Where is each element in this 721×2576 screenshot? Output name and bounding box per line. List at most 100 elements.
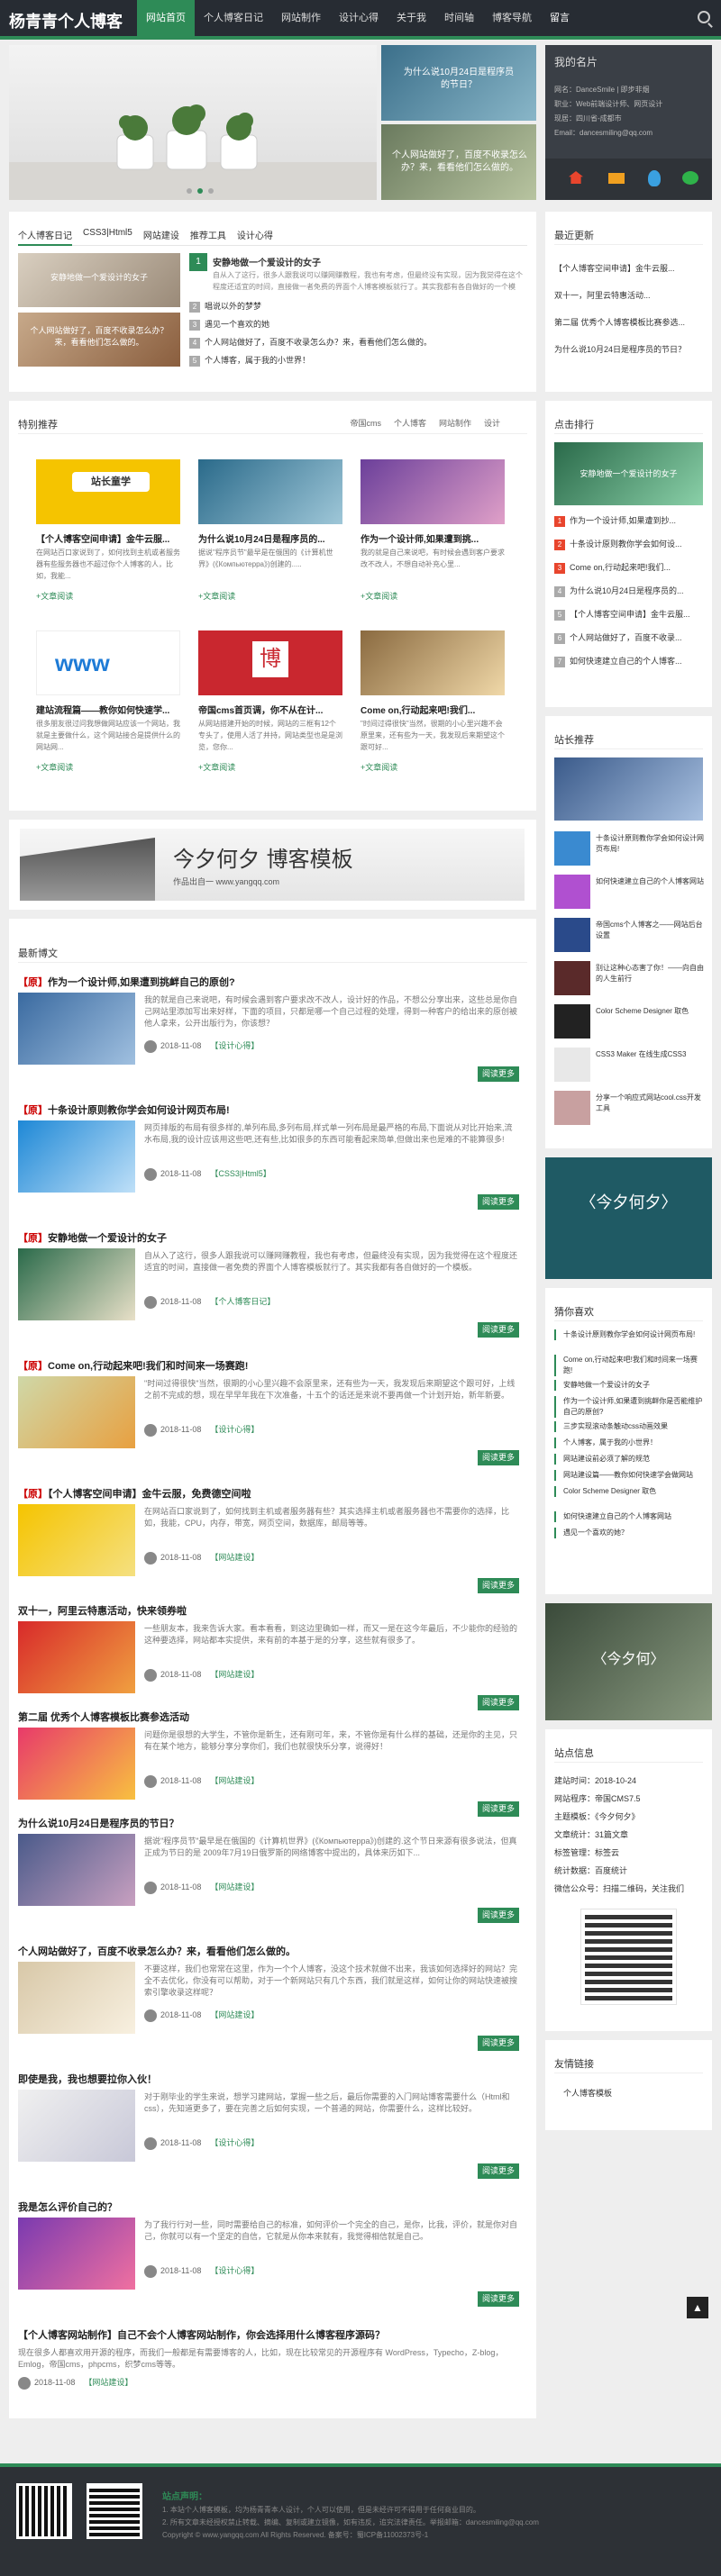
article-category[interactable]: 【网站建设】: [210, 1776, 259, 1785]
site-logo[interactable]: 杨青青个人博客: [9, 9, 123, 32]
nav-blognav[interactable]: 博客导航: [483, 0, 541, 36]
featured-more-4[interactable]: +文章阅读: [36, 761, 73, 773]
recent-item[interactable]: 为什么说10月24日是程序员的节日？: [554, 343, 703, 355]
featured-tab-4[interactable]: 设计: [484, 417, 500, 429]
tab-design[interactable]: 设计心得: [237, 228, 273, 245]
featured-more-5[interactable]: +文章阅读: [198, 761, 235, 773]
read-more-button[interactable]: 阅读更多: [478, 1066, 519, 1082]
article-category[interactable]: 【网站建设】: [210, 1670, 259, 1679]
article-title[interactable]: 【原】作为一个设计师,如果遭到挑衅自己的原创?: [18, 975, 527, 989]
read-more-button[interactable]: 阅读更多: [478, 1578, 519, 1593]
featured-img-4[interactable]: www: [36, 630, 180, 695]
like-item[interactable]: 个人博客，属于我的小世界！: [554, 1438, 703, 1448]
article-category[interactable]: 【设计心得】: [210, 1041, 259, 1050]
read-more-button[interactable]: 阅读更多: [478, 2036, 519, 2051]
read-more-button[interactable]: 阅读更多: [478, 1450, 519, 1465]
rec-item[interactable]: Color Scheme Designer 取色: [596, 1006, 704, 1039]
rec-thumbnail[interactable]: [554, 1004, 590, 1039]
article-title[interactable]: 【原】【个人博客空间申请】金牛云服，免费德空间啦: [18, 1486, 527, 1501]
hot-item[interactable]: 2 十条设计原则教你学会如何设...: [554, 538, 703, 550]
like-item[interactable]: Color Scheme Designer 取色: [554, 1486, 703, 1497]
rec-item[interactable]: 如何快速建立自己的个人博客网站: [596, 876, 704, 909]
tab-item-2[interactable]: 2 唱说以外的梦梦: [189, 300, 261, 313]
article-title[interactable]: 【原】十条设计原则教你学会如何设计网页布局!: [18, 1102, 527, 1117]
tab-tools[interactable]: 推荐工具: [190, 228, 226, 245]
email-icon[interactable]: [608, 173, 625, 184]
nav-home[interactable]: 网站首页: [137, 0, 195, 36]
featured-tab-2[interactable]: 个人博客: [394, 417, 426, 429]
tab-pic-1[interactable]: 安静地做一个爱设计的女子: [18, 253, 180, 307]
rec-thumbnail[interactable]: [554, 1048, 590, 1082]
qq-icon[interactable]: [648, 170, 661, 186]
search-icon[interactable]: [698, 11, 710, 23]
read-more-button[interactable]: 阅读更多: [478, 1194, 519, 1210]
article-title[interactable]: 即使是我，我也想要拉你入伙！: [18, 2072, 527, 2086]
hot-item[interactable]: 7 如何快速建立自己的个人博客...: [554, 655, 703, 667]
article-thumbnail[interactable]: [18, 993, 135, 1065]
like-item[interactable]: 安静地做一个爱设计的女子: [554, 1380, 703, 1391]
rec-pic[interactable]: [554, 757, 703, 821]
featured-tab-3[interactable]: 网站制作: [439, 417, 471, 429]
nav-about[interactable]: 关于我: [388, 0, 435, 36]
article-thumbnail[interactable]: [18, 1120, 135, 1193]
article-title[interactable]: 双十一，阿里云特惠活动，快来领券啦: [18, 1603, 527, 1618]
rec-item[interactable]: CSS3 Maker 在线生成CSS3: [596, 1049, 704, 1082]
ad-banner[interactable]: 今夕何夕 博客模板 作品出自一 www.yangqq.com: [9, 820, 536, 910]
tab-pic-2[interactable]: 个人网站做好了，百度不收录怎么办？来，看看他们怎么做的。: [18, 313, 180, 367]
hot-item[interactable]: 3 Come on,行动起来吧!我们...: [554, 561, 703, 574]
rec-thumbnail[interactable]: [554, 875, 590, 909]
like-item[interactable]: 十条设计原则教你学会如何设计网页布局!: [554, 1329, 703, 1340]
article-thumbnail[interactable]: [18, 1621, 135, 1693]
featured-img-5[interactable]: 博: [198, 630, 342, 695]
like-item[interactable]: 遇见一个喜欢的她？: [554, 1528, 703, 1538]
like-item[interactable]: 三步实现滚动条触动css动画效果: [554, 1421, 703, 1432]
rec-item[interactable]: 帝国cms个人博客之——网站后台设置: [596, 920, 704, 952]
sidebar-poster[interactable]: 〈今夕何夕〉: [545, 1157, 712, 1279]
read-more-button[interactable]: 阅读更多: [478, 2163, 519, 2179]
featured-more-1[interactable]: +文章阅读: [36, 590, 73, 602]
featured-title-3[interactable]: 作为一个设计师,如果遭到挑...: [360, 531, 505, 545]
featured-img-6[interactable]: [360, 630, 505, 695]
tab-item-4[interactable]: 4 个人网站做好了，百度不收录怎么办？来，看看他们怎么做的。: [189, 336, 432, 349]
article-category[interactable]: 【设计心得】: [210, 2138, 259, 2147]
rec-thumbnail[interactable]: [554, 831, 590, 866]
wechat-icon[interactable]: [682, 171, 698, 185]
read-more-button[interactable]: 阅读更多: [478, 1322, 519, 1338]
tab-diary[interactable]: 个人博客日记: [18, 228, 72, 246]
article-category[interactable]: 【网站建设】: [84, 2378, 132, 2387]
article-thumbnail[interactable]: [18, 1834, 135, 1906]
tab-pic-3[interactable]: 1: [189, 253, 207, 271]
tab-web[interactable]: 网站建设: [143, 228, 179, 245]
recent-item[interactable]: 第二届 优秀个人博客模板比赛参选...: [554, 316, 703, 328]
rec-thumbnail[interactable]: [554, 961, 590, 995]
like-item[interactable]: Come on,行动起来吧!我们和时间来一场赛跑!: [554, 1355, 703, 1376]
rec-item[interactable]: 分享一个响应式网站cool.css开发工具: [596, 1093, 704, 1125]
article-title[interactable]: 第二届 优秀个人博客模板比赛参选活动: [18, 1710, 527, 1724]
rec-thumbnail[interactable]: [554, 918, 590, 952]
banner-side-item-2[interactable]: 个人网站做好了，百度不收录怎么办？来，看看他们怎么做的。: [381, 124, 536, 200]
hot-item[interactable]: 4 为什么说10月24日是程序员的...: [554, 585, 703, 597]
back-to-top-button[interactable]: ▲: [687, 2297, 708, 2318]
nav-guestbook[interactable]: 留言: [541, 0, 579, 36]
nav-timeline[interactable]: 时间轴: [435, 0, 483, 36]
nav-webmake[interactable]: 网站制作: [272, 0, 330, 36]
article-title[interactable]: 我是怎么评价自己的？: [18, 2200, 527, 2214]
hot-item[interactable]: 1 作为一个设计师,如果遭到抄...: [554, 514, 703, 527]
featured-title-1[interactable]: 【个人博客空间申请】金牛云服...: [36, 531, 180, 545]
recent-item[interactable]: 【个人博客空间申请】金牛云服...: [554, 262, 703, 274]
featured-more-6[interactable]: +文章阅读: [360, 761, 397, 773]
banner-side-item-1[interactable]: 为什么说10月24日是程序员的节日？: [381, 45, 536, 121]
article-category[interactable]: 【网站建设】: [210, 1882, 259, 1891]
like-item[interactable]: 网站建设前必须了解的规范: [554, 1454, 703, 1465]
article-thumbnail[interactable]: [18, 2218, 135, 2290]
rec-thumbnail[interactable]: [554, 1091, 590, 1125]
article-thumbnail[interactable]: [18, 1248, 135, 1320]
hot-item[interactable]: 5 【个人博客空间申请】金牛云服...: [554, 608, 703, 621]
link-item[interactable]: 个人博客模板: [563, 2087, 612, 2099]
article-thumbnail[interactable]: [18, 1962, 135, 2034]
article-title[interactable]: 为什么说10月24日是程序员的节日？: [18, 1816, 527, 1830]
read-more-button[interactable]: 阅读更多: [478, 1801, 519, 1817]
featured-title-6[interactable]: Come on,行动起来吧!我们...: [360, 703, 505, 716]
home-icon[interactable]: [569, 171, 583, 184]
article-thumbnail[interactable]: [18, 1504, 135, 1576]
